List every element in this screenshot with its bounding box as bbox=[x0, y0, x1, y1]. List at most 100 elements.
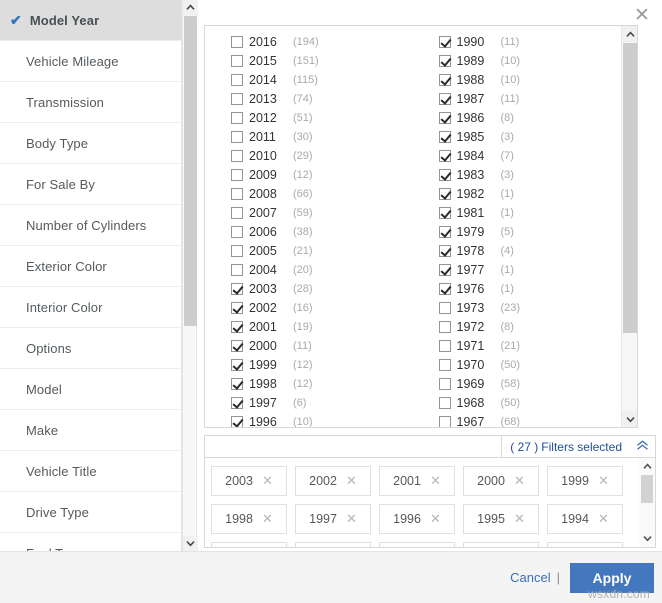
checkbox-icon[interactable] bbox=[231, 149, 243, 162]
year-option-row[interactable]: 2000 (11) bbox=[231, 336, 413, 355]
filter-chip[interactable]: 1994 ✕ bbox=[547, 504, 623, 534]
checkbox-icon[interactable] bbox=[231, 54, 243, 67]
checkbox-icon[interactable] bbox=[231, 168, 243, 181]
filter-chip[interactable]: 1990✕ bbox=[463, 542, 539, 547]
year-option-row[interactable]: 1969 (58) bbox=[438, 374, 621, 393]
close-icon[interactable]: ✕ bbox=[346, 475, 357, 488]
checkbox-icon[interactable] bbox=[438, 377, 451, 390]
sidebar-item-make[interactable]: Make bbox=[0, 410, 181, 451]
filter-chip[interactable]: 1998 ✕ bbox=[211, 504, 287, 534]
checkbox-checked-icon[interactable] bbox=[438, 187, 451, 200]
checkbox-icon[interactable] bbox=[231, 73, 243, 86]
checkbox-checked-icon[interactable] bbox=[231, 339, 243, 352]
filter-chip[interactable]: 1996 ✕ bbox=[379, 504, 455, 534]
checkbox-checked-icon[interactable] bbox=[438, 35, 451, 48]
year-option-row[interactable]: 1996 (10) bbox=[231, 412, 413, 427]
year-option-row[interactable]: 1976 (1) bbox=[438, 279, 621, 298]
year-option-row[interactable]: 1997 (6) bbox=[231, 393, 413, 412]
sidebar-item-drive-type[interactable]: Drive Type bbox=[0, 492, 181, 533]
year-option-row[interactable]: 2013 (74) bbox=[231, 89, 413, 108]
checkbox-icon[interactable] bbox=[438, 320, 451, 333]
year-option-row[interactable]: 1987 (11) bbox=[438, 89, 621, 108]
sidebar-item-body-type[interactable]: Body Type bbox=[0, 123, 181, 164]
sidebar-scrollbar[interactable] bbox=[182, 0, 198, 551]
checkbox-checked-icon[interactable] bbox=[231, 320, 243, 333]
year-option-row[interactable]: 1983 (3) bbox=[438, 165, 621, 184]
checkbox-icon[interactable] bbox=[438, 301, 451, 314]
year-list-scrollbar[interactable] bbox=[621, 26, 637, 427]
filter-chip[interactable]: 1992✕ bbox=[295, 542, 371, 547]
year-option-row[interactable]: 1977 (1) bbox=[438, 260, 621, 279]
sidebar-item-for-sale-by[interactable]: For Sale By bbox=[0, 164, 181, 205]
close-icon[interactable]: ✕ bbox=[514, 475, 525, 488]
filter-chip[interactable]: 1995 ✕ bbox=[463, 504, 539, 534]
chips-scroll-thumb[interactable] bbox=[641, 475, 653, 503]
year-option-row[interactable]: 2004 (20) bbox=[231, 260, 413, 279]
year-option-row[interactable]: 1990 (11) bbox=[438, 32, 621, 51]
year-option-row[interactable]: 1979 (5) bbox=[438, 222, 621, 241]
chips-scrollbar[interactable] bbox=[639, 458, 655, 546]
checkbox-icon[interactable] bbox=[438, 358, 451, 371]
year-option-row[interactable]: 2003 (28) bbox=[231, 279, 413, 298]
year-option-row[interactable]: 1984 (7) bbox=[438, 146, 621, 165]
year-option-row[interactable]: 1968 (50) bbox=[438, 393, 621, 412]
filter-chip[interactable]: 1989✕ bbox=[547, 542, 623, 547]
sidebar-item-transmission[interactable]: Transmission bbox=[0, 82, 181, 123]
year-option-row[interactable]: 1967 (68) bbox=[438, 412, 621, 427]
checkbox-checked-icon[interactable] bbox=[438, 130, 451, 143]
selected-filters-chips[interactable]: 2003 ✕ 2002 ✕ 2001 ✕ 2000 ✕ 1999 ✕ 1998 ✕ 1997 ✕ 1996 ✕… bbox=[204, 458, 656, 548]
checkbox-icon[interactable] bbox=[231, 244, 243, 257]
filters-selected-toggle[interactable]: ( 27 ) Filters selected bbox=[501, 435, 656, 458]
sidebar-item-number-of-cylinders[interactable]: Number of Cylinders bbox=[0, 205, 181, 246]
year-options-list[interactable]: 2016 (194) 2015 (151) 2014 (115) 2013 (74) 2012 (… bbox=[204, 25, 638, 428]
year-option-row[interactable]: 1985 (3) bbox=[438, 127, 621, 146]
checkbox-checked-icon[interactable] bbox=[438, 149, 451, 162]
close-icon[interactable]: ✕ bbox=[598, 513, 609, 526]
filter-chip[interactable]: 2001 ✕ bbox=[379, 466, 455, 496]
year-option-row[interactable]: 1989 (10) bbox=[438, 51, 621, 70]
checkbox-checked-icon[interactable] bbox=[438, 282, 451, 295]
checkbox-icon[interactable] bbox=[231, 35, 243, 48]
year-option-row[interactable]: 2014 (115) bbox=[231, 70, 413, 89]
checkbox-checked-icon[interactable] bbox=[438, 168, 451, 181]
checkbox-icon[interactable] bbox=[231, 92, 243, 105]
checkbox-icon[interactable] bbox=[231, 263, 243, 276]
checkbox-checked-icon[interactable] bbox=[231, 301, 243, 314]
year-option-row[interactable]: 1986 (8) bbox=[438, 108, 621, 127]
year-option-row[interactable]: 2010 (29) bbox=[231, 146, 413, 165]
year-option-row[interactable]: 2009 (12) bbox=[231, 165, 413, 184]
checkbox-checked-icon[interactable] bbox=[231, 415, 243, 427]
checkbox-icon[interactable] bbox=[231, 206, 243, 219]
close-icon[interactable]: ✕ bbox=[262, 475, 273, 488]
checkbox-checked-icon[interactable] bbox=[231, 377, 243, 390]
close-icon[interactable]: ✕ bbox=[598, 475, 609, 488]
checkbox-icon[interactable] bbox=[438, 415, 451, 427]
checkbox-checked-icon[interactable] bbox=[438, 92, 451, 105]
filter-chip[interactable]: 1997 ✕ bbox=[295, 504, 371, 534]
year-option-row[interactable]: 2005 (21) bbox=[231, 241, 413, 260]
sidebar-item-interior-color[interactable]: Interior Color bbox=[0, 287, 181, 328]
year-option-row[interactable]: 2006 (38) bbox=[231, 222, 413, 241]
year-option-row[interactable]: 2001 (19) bbox=[231, 317, 413, 336]
checkbox-icon[interactable] bbox=[438, 339, 451, 352]
checkbox-checked-icon[interactable] bbox=[231, 282, 243, 295]
filter-chip[interactable]: 1993✕ bbox=[211, 542, 287, 547]
sidebar-item-model[interactable]: Model bbox=[0, 369, 181, 410]
checkbox-checked-icon[interactable] bbox=[231, 396, 243, 409]
year-option-row[interactable]: 1988 (10) bbox=[438, 70, 621, 89]
year-option-row[interactable]: 2002 (16) bbox=[231, 298, 413, 317]
year-option-row[interactable]: 1971 (21) bbox=[438, 336, 621, 355]
checkbox-checked-icon[interactable] bbox=[231, 358, 243, 371]
year-option-row[interactable]: 2008 (66) bbox=[231, 184, 413, 203]
filter-chip[interactable]: 1999 ✕ bbox=[547, 466, 623, 496]
checkbox-icon[interactable] bbox=[231, 187, 243, 200]
filter-category-sidebar[interactable]: ✔ Model Year Vehicle Mileage Transmission Bo… bbox=[0, 0, 182, 551]
sidebar-item-vehicle-title[interactable]: Vehicle Title bbox=[0, 451, 181, 492]
filter-chip[interactable]: 2000 ✕ bbox=[463, 466, 539, 496]
checkbox-checked-icon[interactable] bbox=[438, 111, 451, 124]
chips-scroll-up-icon[interactable] bbox=[639, 458, 655, 474]
year-option-row[interactable]: 2016 (194) bbox=[231, 32, 413, 51]
year-option-row[interactable]: 1999 (12) bbox=[231, 355, 413, 374]
checkbox-checked-icon[interactable] bbox=[438, 225, 451, 238]
year-option-row[interactable]: 2011 (30) bbox=[231, 127, 413, 146]
